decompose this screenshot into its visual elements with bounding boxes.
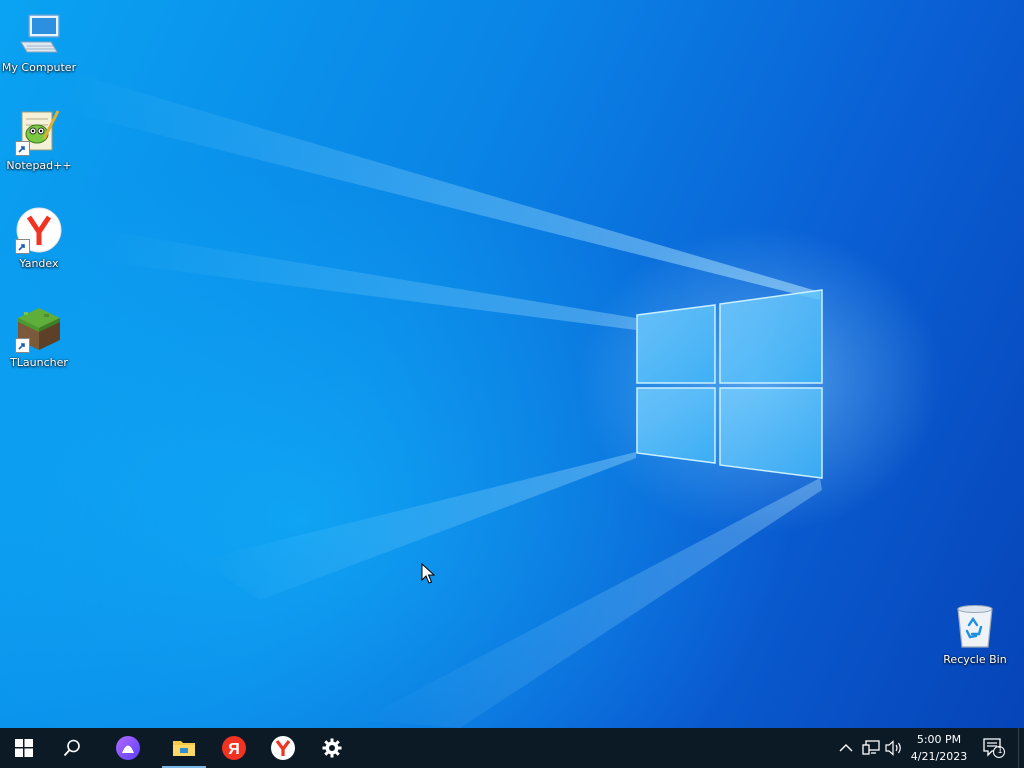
clock-time: 5:00 PM	[916, 733, 962, 746]
clock-date: 4/21/2023	[910, 750, 968, 763]
start-icon	[15, 739, 33, 757]
file-explorer-button[interactable]	[160, 728, 208, 768]
notepad-plus-plus-icon	[15, 108, 63, 156]
svg-text:Я: Я	[228, 741, 240, 758]
yandex-browser-button[interactable]	[259, 728, 307, 768]
notification-count-badge: 1	[997, 746, 1003, 755]
desktop-icon-label: TLauncher	[10, 356, 68, 369]
recycle-bin-icon	[951, 602, 999, 650]
mouse-cursor-icon	[421, 563, 435, 584]
yandex-browser-icon	[15, 206, 63, 254]
wallpaper-light-beams	[60, 75, 822, 728]
alice-assistant-button[interactable]	[104, 728, 152, 768]
settings-gear-icon	[322, 738, 342, 758]
action-center-button[interactable]: 1	[982, 738, 1006, 758]
network-icon	[862, 740, 880, 755]
start-button[interactable]	[0, 728, 48, 768]
shortcut-arrow-icon	[15, 338, 30, 353]
tlauncher-icon	[15, 305, 63, 353]
desktop-icon-yandex[interactable]: Yandex	[0, 206, 78, 270]
alice-assistant-icon	[116, 736, 140, 760]
chevron-up-icon	[839, 744, 853, 752]
settings-button[interactable]	[308, 728, 356, 768]
volume-icon	[885, 740, 901, 756]
shortcut-arrow-icon	[15, 239, 30, 254]
volume-button[interactable]	[884, 738, 904, 758]
desktop-icon-recycle-bin[interactable]: Recycle Bin	[936, 602, 1014, 666]
desktop-icon-my-computer[interactable]: My Computer	[0, 10, 78, 74]
show-hidden-icons-button[interactable]	[836, 738, 856, 758]
windows-logo-wallpaper	[636, 289, 823, 479]
yandex-ya-button[interactable]: Я	[210, 728, 258, 768]
yandex-ya-icon: Я	[222, 736, 246, 760]
desktop-icon-label: Yandex	[19, 257, 59, 270]
desktop-icon-label: Recycle Bin	[943, 653, 1007, 666]
shortcut-arrow-icon	[15, 141, 30, 156]
computer-icon	[15, 10, 63, 58]
network-button[interactable]	[861, 738, 881, 758]
search-button[interactable]	[48, 728, 96, 768]
show-desktop-button[interactable]	[1018, 728, 1024, 768]
desktop-icon-notepad-plus-plus[interactable]: Notepad++	[0, 108, 78, 172]
file-explorer-icon	[173, 741, 195, 756]
search-icon	[63, 739, 80, 757]
desktop-icon-tlauncher[interactable]: TLauncher	[0, 305, 78, 369]
desktop-icon-label: My Computer	[1, 61, 77, 74]
taskbar: Я 5:00 PM 4/21/2023 1	[0, 728, 1024, 768]
desktop-icon-label: Notepad++	[6, 159, 72, 172]
yandex-browser-icon	[271, 736, 295, 760]
clock[interactable]: 5:00 PM 4/21/2023	[904, 731, 974, 765]
desktop-wallpaper[interactable]: My Computer Notepad++ Yandex TLauncher R…	[0, 0, 1024, 728]
